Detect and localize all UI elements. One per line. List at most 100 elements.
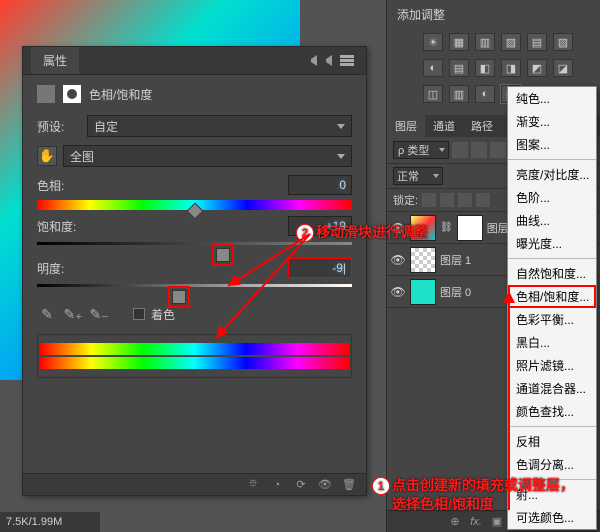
link-icon: ⛓ [440, 222, 453, 233]
menu-item[interactable]: 色彩平衡... [508, 308, 596, 331]
lightness-label: 明度: [37, 260, 64, 277]
adj-brightness-icon[interactable]: ☀ [423, 33, 443, 51]
menu-item[interactable]: 纯色... [508, 87, 596, 110]
menu-item[interactable]: 射... [508, 483, 596, 506]
adj-15-icon[interactable]: ◐ [475, 85, 495, 103]
toggle-visibility-icon[interactable]: 👁 [318, 478, 332, 492]
menu-item[interactable]: 色阶... [508, 186, 596, 209]
hue-bar-top [40, 343, 349, 355]
adj-exposure-icon[interactable]: ▨ [501, 33, 521, 51]
lightness-slider-thumb[interactable] [172, 290, 186, 304]
layer-kind-select[interactable]: ρ 类型 [393, 141, 449, 159]
status-text: 7.5K/1.99M [6, 516, 62, 528]
menu-item[interactable]: 亮度/对比度... [508, 163, 596, 186]
preset-label: 预设: [37, 118, 81, 135]
layer-thumb[interactable] [410, 247, 436, 273]
saturation-label: 饱和度: [37, 218, 76, 235]
eyedropper-icon[interactable]: ✎ [37, 304, 57, 324]
adj-14-icon[interactable]: ▥ [449, 85, 469, 103]
collapse-icon-2[interactable] [321, 55, 332, 66]
properties-panel: 属性 色相/饱和度 预设: 自定 ✋ 全图 色相: [22, 46, 367, 496]
adj-7-icon[interactable]: ◐ [423, 59, 443, 77]
colorize-checkbox[interactable] [133, 308, 145, 320]
channel-select[interactable]: 全图 [63, 145, 352, 167]
tab-paths[interactable]: 路径 [463, 115, 501, 137]
menu-item[interactable]: 图案... [508, 133, 596, 156]
properties-footer: ⯐ ◔ ⟳ 👁 🗑 [23, 473, 366, 495]
saturation-slider-thumb[interactable] [216, 248, 230, 262]
filter-1-icon[interactable] [452, 142, 468, 158]
preset-value: 自定 [94, 118, 118, 135]
layer-name: 图层 1 [440, 252, 471, 268]
menu-item[interactable]: 曝光度... [508, 232, 596, 255]
adj-levels-icon[interactable]: ▦ [449, 33, 469, 51]
adjustment-header: 色相/饱和度 [37, 85, 352, 103]
hue-bar-bottom [40, 357, 349, 369]
adj-5-icon[interactable]: ▤ [527, 33, 547, 51]
filter-2-icon[interactable] [471, 142, 487, 158]
saturation-input[interactable] [288, 216, 352, 236]
menu-item[interactable]: 可选颜色... [508, 506, 596, 529]
hue-input[interactable] [288, 175, 352, 195]
mask-icon[interactable] [63, 85, 81, 103]
colorize-label: 着色 [151, 306, 175, 323]
panel-menu-icon[interactable] [340, 59, 354, 62]
adj-6-icon[interactable]: ▧ [553, 33, 573, 51]
trash-icon[interactable]: 🗑 [342, 478, 356, 492]
link-layers-icon[interactable]: ⊕ [448, 515, 462, 529]
filter-3-icon[interactable] [490, 142, 506, 158]
lock-trans-icon[interactable] [422, 193, 436, 207]
clip-to-layer-icon[interactable]: ⯐ [246, 478, 260, 492]
adj-11-icon[interactable]: ◩ [527, 59, 547, 77]
visibility-icon[interactable]: 👁 [390, 221, 406, 235]
eyedropper-sub-icon[interactable]: ✎₋ [89, 304, 109, 324]
adjustment-title: 色相/饱和度 [89, 86, 152, 103]
status-bar: 7.5K/1.99M [0, 512, 100, 532]
adj-13-icon[interactable]: ◫ [423, 85, 443, 103]
hue-slider[interactable] [37, 200, 352, 210]
menu-item[interactable]: 通道混合器... [508, 377, 596, 400]
lightness-slider[interactable] [37, 284, 352, 294]
menu-item[interactable]: 颜色查找... [508, 400, 596, 423]
add-mask-icon[interactable]: ▣ [490, 515, 504, 529]
menu-item[interactable]: 照片滤镜... [508, 354, 596, 377]
visibility-icon[interactable]: 👁 [390, 253, 406, 267]
adj-10-icon[interactable]: ◨ [501, 59, 521, 77]
adj-curves-icon[interactable]: ▥ [475, 33, 495, 51]
menu-item[interactable]: 曲线... [508, 209, 596, 232]
menu-item[interactable]: 黑白... [508, 331, 596, 354]
targeted-adjust-icon[interactable]: ✋ [37, 146, 57, 166]
properties-titlebar: 属性 [23, 47, 366, 75]
menu-item[interactable]: 色调分离... [508, 453, 596, 476]
adj-8-icon[interactable]: ▤ [449, 59, 469, 77]
layer-thumb[interactable] [410, 215, 436, 241]
view-prev-icon[interactable]: ◔ [270, 478, 284, 492]
tab-layers[interactable]: 图层 [387, 115, 425, 137]
saturation-slider[interactable] [37, 242, 352, 252]
eyedropper-add-icon[interactable]: ✎₊ [63, 304, 83, 324]
menu-item-hue-sat[interactable]: 色相/饱和度... [508, 285, 596, 308]
adj-9-icon[interactable]: ◧ [475, 59, 495, 77]
lock-all-icon[interactable] [476, 193, 490, 207]
lock-pos-icon[interactable] [458, 193, 472, 207]
lightness-input[interactable] [288, 258, 352, 278]
fx-icon[interactable]: fx. [469, 515, 483, 529]
reset-icon[interactable]: ⟳ [294, 478, 308, 492]
menu-item[interactable]: 反相 [508, 430, 596, 453]
layer-mask-thumb[interactable] [457, 215, 483, 241]
lock-paint-icon[interactable] [440, 193, 454, 207]
collapse-icon[interactable] [306, 55, 317, 66]
tab-channels[interactable]: 通道 [425, 115, 463, 137]
preset-select[interactable]: 自定 [87, 115, 352, 137]
menu-item[interactable]: 自然饱和度... [508, 262, 596, 285]
layer-thumb[interactable] [410, 279, 436, 305]
hue-sat-icon [37, 85, 55, 103]
properties-tab[interactable]: 属性 [31, 47, 79, 74]
blend-mode-select[interactable]: 正常 [393, 167, 443, 185]
layer-name: 图层 0 [440, 284, 471, 300]
menu-item[interactable]: 渐变... [508, 110, 596, 133]
visibility-icon[interactable]: 👁 [390, 285, 406, 299]
adj-12-icon[interactable]: ◪ [553, 59, 573, 77]
adjustments-title: 添加调整 [387, 0, 600, 29]
hue-label: 色相: [37, 177, 64, 194]
